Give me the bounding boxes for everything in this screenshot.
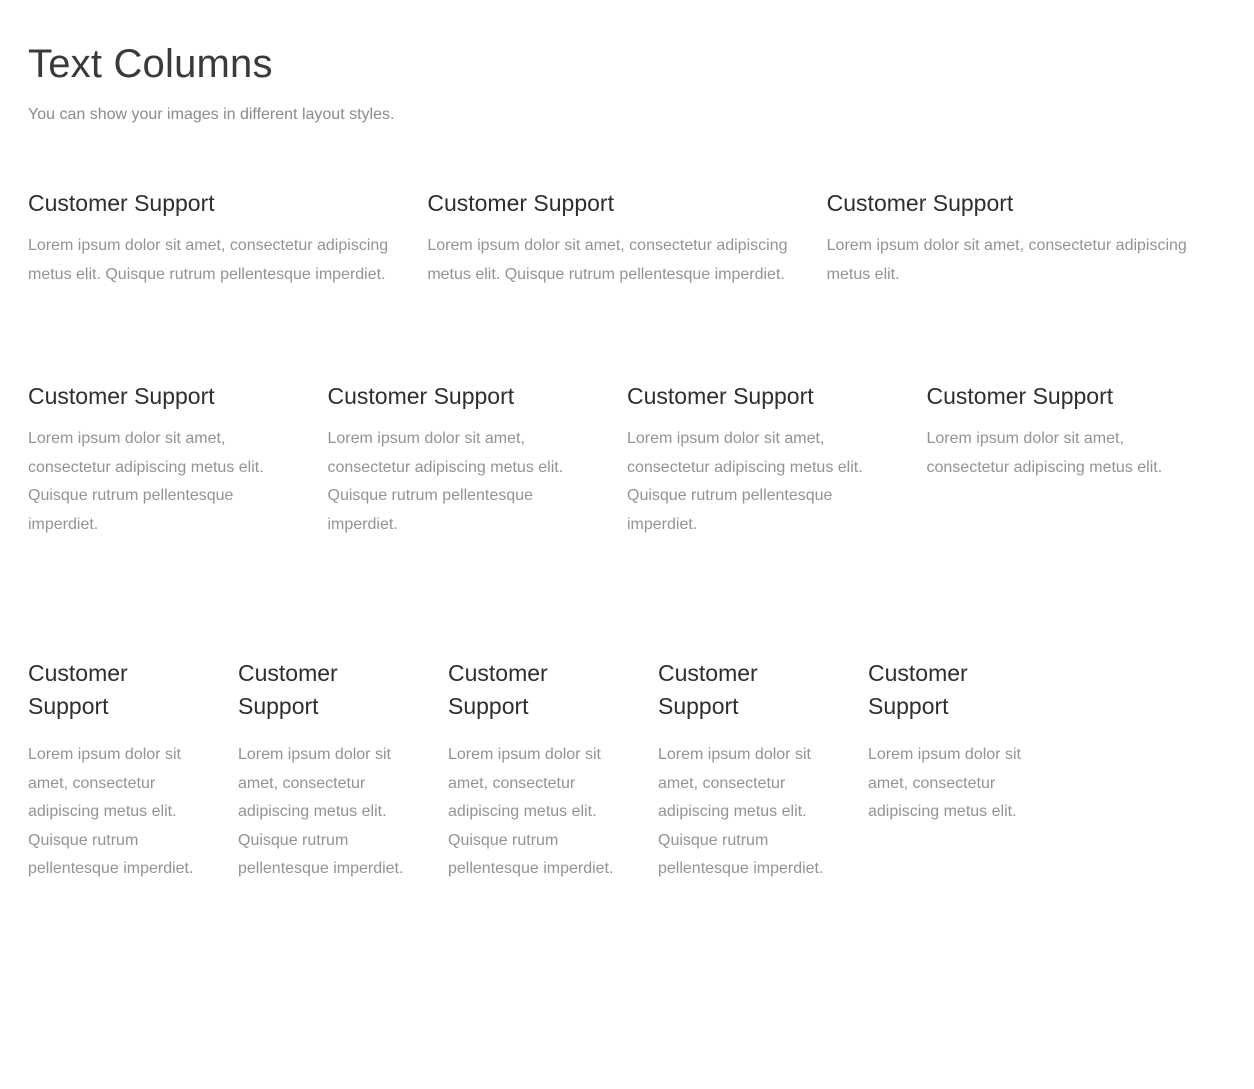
page-subtitle: You can show your images in different la… xyxy=(28,106,395,123)
text-columns-container: Customer Support Lorem ipsum dolor sit a… xyxy=(0,188,1254,884)
five-column-row: Customer Support Lorem ipsum dolor sit a… xyxy=(28,657,1226,884)
page-header: Text Columns You can show your images in… xyxy=(0,0,1254,126)
column-heading: Customer Support xyxy=(327,383,515,409)
column-body: Lorem ipsum dolor sit amet, consectetur … xyxy=(868,746,1021,820)
text-column: Customer Support Lorem ipsum dolor sit a… xyxy=(448,657,658,884)
column-body: Lorem ipsum dolor sit amet, consectetur … xyxy=(28,746,194,877)
text-column: Customer Support Lorem ipsum dolor sit a… xyxy=(658,657,868,884)
column-body: Lorem ipsum dolor sit amet, consectetur … xyxy=(28,430,264,533)
column-body: Lorem ipsum dolor sit amet, consectetur … xyxy=(826,237,1187,283)
text-column: Customer Support Lorem ipsum dolor sit a… xyxy=(28,657,238,884)
column-heading: Customer Support xyxy=(658,660,758,719)
column-heading: Customer Support xyxy=(926,383,1114,409)
text-column: Customer Support Lorem ipsum dolor sit a… xyxy=(427,188,826,289)
four-column-row: Customer Support Lorem ipsum dolor sit a… xyxy=(28,381,1226,539)
text-column: Customer Support Lorem ipsum dolor sit a… xyxy=(827,188,1226,289)
text-column: Customer Support Lorem ipsum dolor sit a… xyxy=(28,381,328,539)
column-body: Lorem ipsum dolor sit amet, consectetur … xyxy=(427,237,788,283)
three-column-row: Customer Support Lorem ipsum dolor sit a… xyxy=(28,188,1226,289)
column-heading: Customer Support xyxy=(28,383,215,409)
column-heading: Customer Support xyxy=(28,190,215,216)
column-body: Lorem ipsum dolor sit amet, consectetur … xyxy=(926,430,1163,476)
column-body: Lorem ipsum dolor sit amet, consectetur … xyxy=(627,430,863,533)
text-column: Customer Support Lorem ipsum dolor sit a… xyxy=(28,188,427,289)
column-body: Lorem ipsum dolor sit amet, consectetur … xyxy=(327,430,564,533)
text-column: Customer Support Lorem ipsum dolor sit a… xyxy=(627,381,927,539)
column-body: Lorem ipsum dolor sit amet, consectetur … xyxy=(448,746,614,877)
page-title: Text Columns xyxy=(28,42,273,86)
column-heading: Customer Support xyxy=(238,660,338,719)
page-root: Text Columns You can show your images in… xyxy=(0,0,1254,1089)
column-heading: Customer Support xyxy=(868,660,968,719)
column-body: Lorem ipsum dolor sit amet, consectetur … xyxy=(658,746,824,877)
column-heading: Customer Support xyxy=(826,190,1014,216)
text-column: Customer Support Lorem ipsum dolor sit a… xyxy=(238,657,448,884)
column-heading: Customer Support xyxy=(427,190,614,216)
column-heading: Customer Support xyxy=(627,383,814,409)
column-body: Lorem ipsum dolor sit amet, consectetur … xyxy=(238,746,404,877)
column-heading: Customer Support xyxy=(28,660,128,719)
column-body: Lorem ipsum dolor sit amet, consectetur … xyxy=(28,237,389,283)
text-column: Customer Support Lorem ipsum dolor sit a… xyxy=(328,381,628,539)
text-column: Customer Support Lorem ipsum dolor sit a… xyxy=(927,381,1227,482)
text-column: Customer Support Lorem ipsum dolor sit a… xyxy=(868,657,1078,827)
column-heading: Customer Support xyxy=(448,660,548,719)
